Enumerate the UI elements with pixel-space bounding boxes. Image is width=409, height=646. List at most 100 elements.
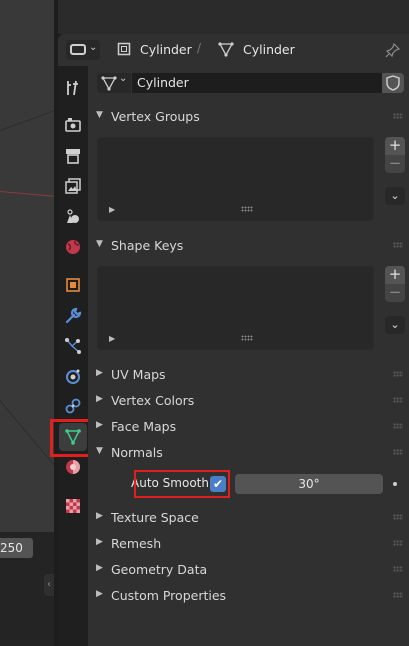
drag-grip-icon[interactable] [393,423,403,429]
constraints-icon [65,398,81,414]
section-normals[interactable]: ▼ Normals [88,440,409,464]
output-icon [66,149,80,164]
physics-icon [66,369,80,384]
collapsed-arrow-icon: ▶ [96,537,103,547]
section-label: Vertex Groups [111,109,200,124]
vertex-group-specials-button[interactable]: ⌄ [385,187,405,205]
section-label: UV Maps [111,367,166,382]
section-label: Face Maps [111,419,177,434]
mesh-data-icon [101,76,117,91]
remove-shape-key-button[interactable]: − [385,284,405,302]
mesh-data-icon [218,42,234,57]
properties-header: ⌄ Cylinder / Cylinder [58,34,409,66]
drag-grip-icon[interactable] [393,371,403,377]
drag-grip-icon[interactable] [393,592,403,598]
animate-property-icon[interactable] [393,482,397,486]
properties-editor-icon [70,44,86,55]
collapsed-arrow-icon: ▶ [96,420,103,430]
section-geometry-data[interactable]: ▶ Geometry Data [88,557,409,581]
tab-render[interactable] [59,111,87,139]
tab-output[interactable] [59,142,87,170]
material-icon [66,460,80,474]
remove-vertex-group-button[interactable]: − [385,155,405,173]
scene-icon [67,209,79,223]
collapsed-arrow-icon: ▶ [96,368,103,378]
section-label: Vertex Colors [111,393,195,408]
shield-icon [386,75,400,91]
section-label: Geometry Data [111,562,208,577]
vertex-groups-list[interactable]: ▶ [97,137,374,221]
modifier-icon [65,307,82,324]
filter-toggle-icon[interactable]: ▶ [109,205,115,214]
chevron-down-icon: ⌄ [89,42,98,53]
world-icon [66,240,80,254]
drag-grip-icon[interactable] [393,242,403,248]
object-square-icon [117,42,131,56]
section-vertex-groups[interactable]: ▼ Vertex Groups [88,104,409,128]
drag-grip-icon[interactable] [393,113,403,119]
breadcrumb-object[interactable]: Cylinder [140,42,192,57]
tab-constraints[interactable] [59,392,87,420]
tool-icon [67,80,78,96]
resize-grip-icon[interactable] [241,206,253,212]
section-uv-maps[interactable]: ▶ UV Maps [88,362,409,386]
filter-toggle-icon[interactable]: ▶ [109,334,115,343]
section-label: Remesh [111,536,162,551]
collapsed-arrow-icon: ▶ [96,394,103,404]
tab-particles[interactable] [59,332,87,360]
tab-texture[interactable] [59,492,87,520]
section-shape-keys[interactable]: ▼ Shape Keys [88,233,409,257]
pin-icon[interactable] [385,42,401,58]
section-label: Shape Keys [111,238,184,253]
render-icon [65,118,81,132]
section-label: Texture Space [111,510,199,525]
view-layer-icon [65,178,81,194]
mesh-datablock-selector: ⌄ Cylinder [97,73,404,93]
datablock-name-field[interactable]: Cylinder [132,73,382,93]
fake-user-button[interactable] [382,73,404,93]
tab-scene[interactable] [59,202,87,230]
expanded-arrow-icon: ▼ [96,239,103,249]
datablock-browse-button[interactable]: ⌄ [97,73,131,93]
object-icon [66,278,80,292]
add-vertex-group-button[interactable]: + [385,137,405,155]
3d-viewport[interactable] [0,0,54,532]
chevron-down-icon: ⌄ [119,73,128,84]
tab-tool[interactable] [59,74,87,102]
tab-physics[interactable] [59,362,87,390]
wireframe-line [0,400,54,478]
auto-smooth-angle-field[interactable]: 30° [235,474,383,494]
drag-grip-icon[interactable] [393,397,403,403]
collapsed-arrow-icon: ▶ [96,563,103,573]
shape-key-specials-button[interactable]: ⌄ [385,316,405,334]
expanded-arrow-icon: ▼ [96,110,103,120]
tab-object[interactable] [59,271,87,299]
section-custom-properties[interactable]: ▶ Custom Properties [88,583,409,607]
collapse-arrow-icon[interactable]: ‹ [44,574,54,596]
drag-grip-icon[interactable] [393,449,403,455]
tab-view-layer[interactable] [59,172,87,200]
collapsed-arrow-icon: ▶ [96,589,103,599]
add-shape-key-button[interactable]: + [385,266,405,284]
section-vertex-colors[interactable]: ▶ Vertex Colors [88,388,409,412]
section-remesh[interactable]: ▶ Remesh [88,531,409,555]
tab-modifier[interactable] [59,302,87,330]
properties-panel: ⌄ Cylinder ▼ Vertex Groups ▶ + − ⌄ ▼ Sha… [88,66,409,646]
editor-type-button[interactable]: ⌄ [66,40,100,60]
properties-tab-bar [58,66,88,646]
expanded-arrow-icon: ▼ [96,446,103,456]
section-texture-space[interactable]: ▶ Texture Space [88,505,409,529]
end-frame-field[interactable]: 250 [0,538,33,558]
section-label: Normals [111,445,163,460]
drag-grip-icon[interactable] [393,540,403,546]
tab-world[interactable] [59,233,87,261]
section-face-maps[interactable]: ▶ Face Maps [88,414,409,438]
drag-grip-icon[interactable] [393,514,403,520]
texture-icon [66,499,80,513]
resize-grip-icon[interactable] [241,335,253,341]
tab-material[interactable] [59,453,87,481]
shape-keys-list[interactable]: ▶ [97,266,374,350]
drag-grip-icon[interactable] [393,566,403,572]
breadcrumb-mesh[interactable]: Cylinder [243,42,295,57]
collapsed-arrow-icon: ▶ [96,511,103,521]
